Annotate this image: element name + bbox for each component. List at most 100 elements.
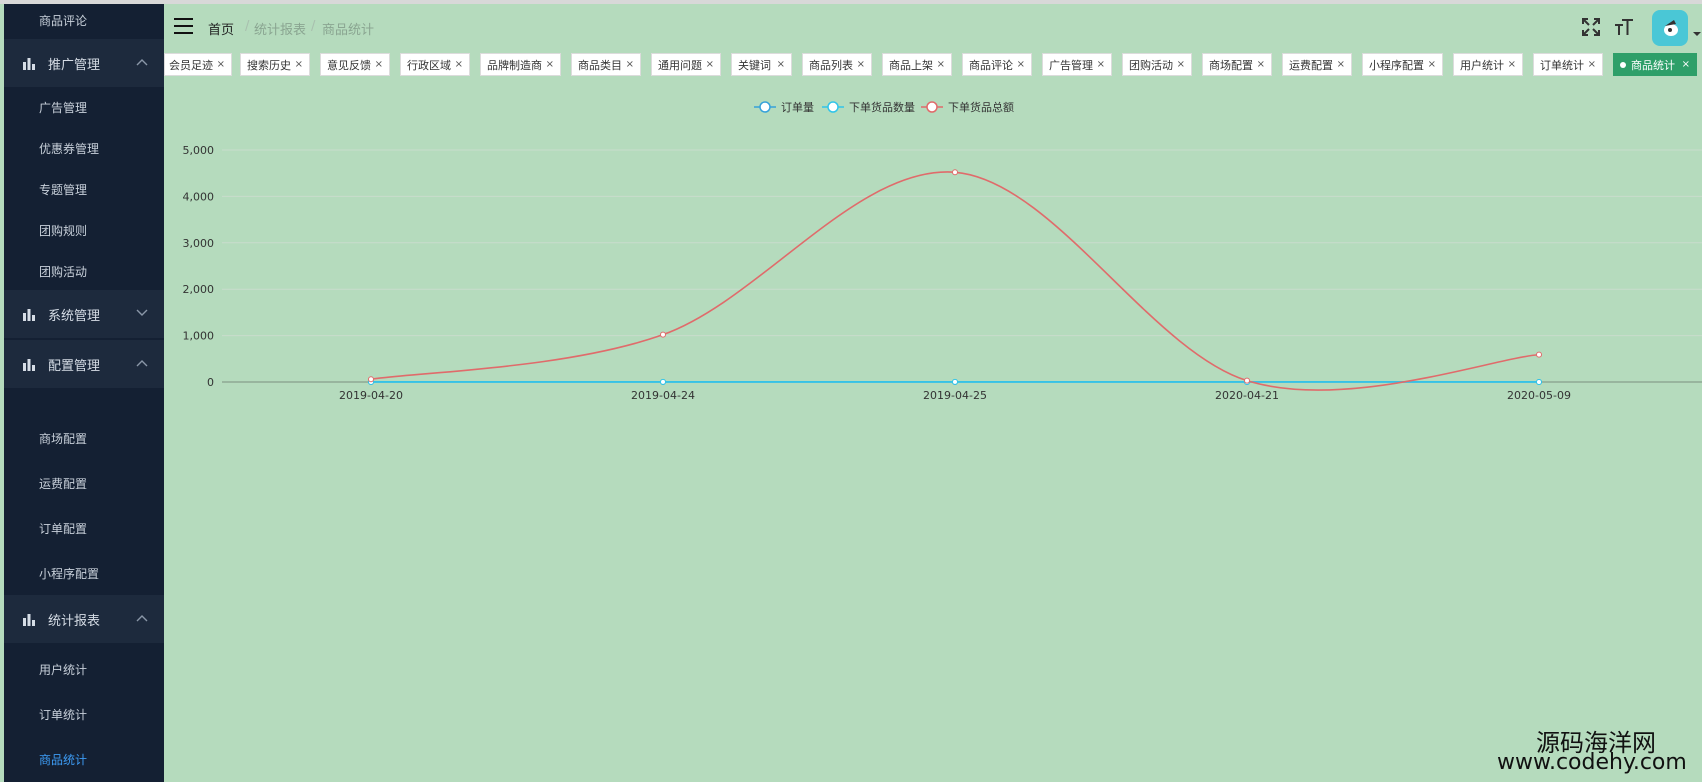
close-icon[interactable]: × <box>1097 59 1105 70</box>
close-icon[interactable]: × <box>1508 59 1516 70</box>
sidebar-item-miniprogram-config[interactable]: 小程序配置 <box>4 565 164 582</box>
close-icon[interactable]: × <box>706 59 714 70</box>
sidebar-item-order-config[interactable]: 订单配置 <box>4 520 164 537</box>
breadcrumb-stats[interactable]: 统计报表 <box>254 19 306 38</box>
x-tick-label: 2019-04-20 <box>339 389 403 402</box>
sidebar-item-goods-stats[interactable]: 商品统计 <box>4 751 164 768</box>
data-point <box>1244 377 1250 384</box>
tab-label: 用户统计 <box>1460 58 1504 72</box>
sidebar-group-promotion[interactable]: 推广管理 <box>4 39 164 87</box>
x-tick-label: 2019-04-25 <box>923 389 987 402</box>
tab-issue[interactable]: 通用问题 × <box>651 53 721 76</box>
close-icon[interactable]: × <box>375 59 383 70</box>
hamburger-menu-icon[interactable] <box>174 18 193 34</box>
breadcrumb-separator: / <box>311 19 316 34</box>
tab-label: 商品评论 <box>969 58 1013 72</box>
sidebar-item-ad[interactable]: 广告管理 <box>4 99 164 116</box>
tags-view-bar: 会员足迹 × 搜索历史 × 意见反馈 × 行政区域 × 品牌制造商 × 商品类目 × 通用问… <box>164 52 1702 78</box>
tab-user-stats[interactable]: 用户统计 × <box>1453 53 1523 76</box>
x-tick-label: 2020-04-21 <box>1215 389 1279 402</box>
tab-label: 商品列表 <box>809 58 853 72</box>
sidebar-item-freight-config[interactable]: 运费配置 <box>4 475 164 492</box>
tab-feedback[interactable]: 意见反馈 × <box>320 53 390 76</box>
tab-search-history[interactable]: 搜索历史 × <box>240 53 310 76</box>
tab-goods-comment[interactable]: 商品评论 × <box>962 53 1032 76</box>
close-icon[interactable]: × <box>217 59 225 70</box>
tab-label: 行政区域 <box>407 58 451 72</box>
y-tick-label: 1,000 <box>183 330 215 343</box>
data-point <box>660 331 666 338</box>
tab-freight-config[interactable]: 运费配置 × <box>1282 53 1352 76</box>
sidebar-group-system[interactable]: 系统管理 <box>4 290 164 338</box>
tab-goods-stats[interactable]: 商品统计 × <box>1613 53 1697 76</box>
tab-label: 搜索历史 <box>247 58 291 72</box>
close-icon[interactable]: × <box>1588 59 1596 70</box>
bar-chart-icon <box>23 309 35 321</box>
chevron-down-icon[interactable] <box>1693 32 1701 36</box>
close-icon[interactable]: × <box>857 59 865 70</box>
tab-ad[interactable]: 广告管理 × <box>1042 53 1112 76</box>
sidebar-item-goods-comment[interactable]: 商品评论 <box>4 12 164 29</box>
tab-region[interactable]: 行政区域 × <box>400 53 470 76</box>
tab-brand[interactable]: 品牌制造商 × <box>480 53 561 76</box>
close-icon[interactable]: × <box>937 59 945 70</box>
breadcrumb-home[interactable]: 首页 <box>208 19 234 38</box>
y-tick-label: 4,000 <box>183 190 215 203</box>
tab-miniprogram-config[interactable]: 小程序配置 × <box>1362 53 1443 76</box>
close-icon[interactable]: × <box>1177 59 1185 70</box>
close-icon[interactable]: × <box>1257 59 1265 70</box>
font-size-icon[interactable] <box>1614 17 1634 37</box>
bar-chart-icon <box>23 359 35 371</box>
tab-goods-create[interactable]: 商品上架 × <box>882 53 952 76</box>
close-icon[interactable]: × <box>1337 59 1345 70</box>
sidebar-group-label: 系统管理 <box>48 308 101 324</box>
tab-label: 订单统计 <box>1540 58 1584 72</box>
tab-label: 商品类目 <box>578 58 622 72</box>
tab-label: 商品上架 <box>889 58 933 72</box>
close-icon[interactable]: × <box>626 59 634 70</box>
data-point <box>660 378 666 385</box>
sidebar-group-label: 配置管理 <box>48 358 101 374</box>
tab-groupon[interactable]: 团购活动 × <box>1122 53 1192 76</box>
legend-label: 下单货品数量 <box>849 100 915 114</box>
data-point <box>1536 378 1542 385</box>
close-icon[interactable]: × <box>1017 59 1025 70</box>
chevron-up-icon <box>136 360 148 367</box>
y-tick-label: 2,000 <box>183 283 215 296</box>
x-tick-label: 2019-04-24 <box>631 389 695 402</box>
tab-category[interactable]: 商品类目 × <box>571 53 641 76</box>
tab-label: 小程序配置 <box>1369 58 1424 72</box>
close-icon[interactable]: × <box>295 59 303 70</box>
close-icon[interactable]: × <box>546 59 554 70</box>
close-icon[interactable]: × <box>455 59 463 70</box>
tab-keyword[interactable]: 关键词 × <box>731 53 792 76</box>
bar-chart-icon <box>23 58 35 70</box>
sidebar-item-groupon-activity[interactable]: 团购活动 <box>4 263 164 280</box>
sidebar-item-user-stats[interactable]: 用户统计 <box>4 661 164 678</box>
sidebar-item-groupon-rule[interactable]: 团购规则 <box>4 222 164 239</box>
chevron-up-icon <box>136 615 148 622</box>
legend-label: 下单货品总额 <box>948 100 1014 114</box>
tab-mall-config[interactable]: 商场配置 × <box>1202 53 1272 76</box>
sidebar-item-order-stats[interactable]: 订单统计 <box>4 706 164 723</box>
close-icon[interactable]: × <box>777 59 785 70</box>
tab-goods-list[interactable]: 商品列表 × <box>802 53 872 76</box>
tab-label: 商场配置 <box>1209 58 1253 72</box>
breadcrumb-separator: / <box>245 19 250 34</box>
tab-label: 关键词 <box>738 58 771 72</box>
fullscreen-icon[interactable] <box>1581 17 1601 37</box>
close-icon[interactable]: × <box>1428 59 1436 70</box>
sidebar-item-mall-config[interactable]: 商场配置 <box>4 430 164 447</box>
sidebar-group-config[interactable]: 配置管理 <box>4 340 164 388</box>
tab-member-footprint[interactable]: 会员足迹 × <box>164 53 232 76</box>
close-icon[interactable]: × <box>1682 59 1690 70</box>
legend-label: 订单量 <box>781 101 814 114</box>
tab-order-stats[interactable]: 订单统计 × <box>1533 53 1603 76</box>
sidebar-group-stats[interactable]: 统计报表 <box>4 595 164 643</box>
tab-label: 广告管理 <box>1049 58 1093 72</box>
avatar[interactable] <box>1652 10 1688 46</box>
sidebar-item-topic[interactable]: 专题管理 <box>4 181 164 198</box>
sidebar-item-coupon[interactable]: 优惠券管理 <box>4 140 164 157</box>
sidebar-group-label: 统计报表 <box>48 613 101 629</box>
legend-swatch-marker <box>827 101 839 113</box>
